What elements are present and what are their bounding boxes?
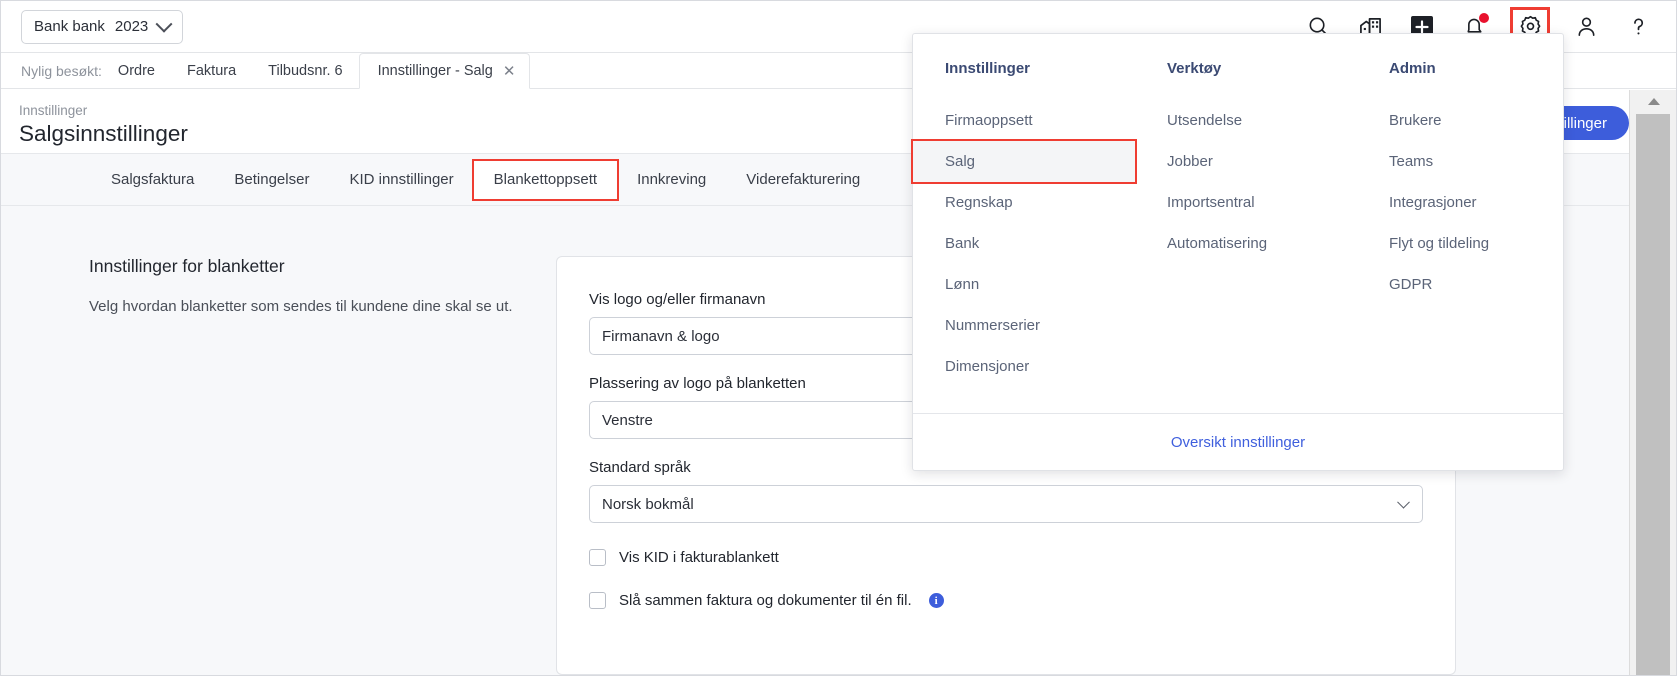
- fiscal-year: 2023: [115, 18, 148, 35]
- close-icon[interactable]: ✕: [503, 64, 516, 79]
- menu-column-heading: Admin: [1389, 60, 1579, 77]
- menu-columns: Innstillinger Firmaoppsett Salg Regnskap…: [913, 34, 1563, 413]
- menu-item-dimensjoner[interactable]: Dimensjoner: [913, 346, 1135, 387]
- menu-item-lonn[interactable]: Lønn: [913, 264, 1135, 305]
- menu-column-verktoy: Verktøy Utsendelse Jobber Importsentral …: [1135, 60, 1357, 387]
- default-language-select[interactable]: Norsk bokmål: [589, 485, 1423, 523]
- settings-dropdown-menu: Innstillinger Firmaoppsett Salg Regnskap…: [912, 33, 1564, 471]
- menu-item-bank[interactable]: Bank: [913, 223, 1135, 264]
- checkbox-label: Vis KID i fakturablankett: [619, 549, 779, 566]
- recent-tab-innstillinger-salg[interactable]: Innstillinger - Salg ✕: [359, 53, 531, 89]
- tab-kid-innstillinger[interactable]: KID innstillinger: [329, 161, 473, 199]
- menu-item-automatisering[interactable]: Automatisering: [1135, 223, 1357, 264]
- menu-item-regnskap[interactable]: Regnskap: [913, 182, 1135, 223]
- menu-item-flyt-og-tildeling[interactable]: Flyt og tildeling: [1357, 223, 1579, 264]
- checkbox-row-vis-kid: Vis KID i fakturablankett: [589, 549, 1423, 566]
- menu-item-nummerserier[interactable]: Nummerserier: [913, 305, 1135, 346]
- user-icon[interactable]: [1572, 13, 1600, 41]
- menu-item-teams[interactable]: Teams: [1357, 141, 1579, 182]
- checkbox-row-sla-sammen: Slå sammen faktura og dokumenter til én …: [589, 592, 1423, 609]
- menu-footer: Oversikt innstillinger: [913, 413, 1563, 470]
- company-year-selector[interactable]: Bank bank 2023: [21, 10, 183, 44]
- section-description-column: Innstillinger for blanketter Velg hvorda…: [1, 256, 556, 675]
- info-icon[interactable]: i: [929, 593, 944, 608]
- recent-tab-ordre[interactable]: Ordre: [102, 63, 171, 79]
- checkbox-vis-kid[interactable]: [589, 549, 606, 566]
- application-window: Bank bank 2023: [0, 0, 1677, 676]
- menu-item-jobber[interactable]: Jobber: [1135, 141, 1357, 182]
- menu-column-heading: Innstillinger: [945, 60, 1135, 77]
- chevron-down-icon: [156, 15, 173, 32]
- company-name: Bank bank: [34, 18, 105, 35]
- menu-item-utsendelse[interactable]: Utsendelse: [1135, 100, 1357, 141]
- scrollbar-thumb[interactable]: [1636, 114, 1670, 676]
- checkbox-label: Slå sammen faktura og dokumenter til én …: [619, 592, 912, 609]
- menu-item-importsentral[interactable]: Importsentral: [1135, 182, 1357, 223]
- help-icon[interactable]: [1624, 13, 1652, 41]
- menu-column-innstillinger: Innstillinger Firmaoppsett Salg Regnskap…: [913, 60, 1135, 387]
- recent-tab-label: Innstillinger - Salg: [378, 63, 493, 79]
- recent-tab-tilbudsnr[interactable]: Tilbudsnr. 6: [252, 63, 358, 79]
- scroll-up-button[interactable]: [1630, 90, 1677, 112]
- select-value: Norsk bokmål: [602, 496, 694, 513]
- chevron-down-icon: [1397, 496, 1410, 509]
- tab-salgsfaktura[interactable]: Salgsfaktura: [91, 161, 214, 199]
- triangle-up-icon: [1648, 98, 1660, 105]
- tab-innkreving[interactable]: Innkreving: [617, 161, 726, 199]
- menu-item-salg[interactable]: Salg: [913, 141, 1135, 182]
- menu-item-firmaoppsett[interactable]: Firmaoppsett: [913, 100, 1135, 141]
- menu-column-admin: Admin Brukere Teams Integrasjoner Flyt o…: [1357, 60, 1579, 387]
- tab-betingelser[interactable]: Betingelser: [214, 161, 329, 199]
- tab-viderefakturering[interactable]: Viderefakturering: [726, 161, 880, 199]
- section-heading: Innstillinger for blanketter: [89, 256, 516, 277]
- menu-column-heading: Verktøy: [1167, 60, 1357, 77]
- notification-badge: [1479, 13, 1489, 23]
- menu-item-integrasjoner[interactable]: Integrasjoner: [1357, 182, 1579, 223]
- vertical-scrollbar[interactable]: [1629, 90, 1676, 675]
- menu-item-brukere[interactable]: Brukere: [1357, 100, 1579, 141]
- menu-footer-link-oversikt-innstillinger[interactable]: Oversikt innstillinger: [1171, 434, 1305, 451]
- section-description: Velg hvordan blanketter som sendes til k…: [89, 295, 516, 319]
- select-value: Venstre: [602, 412, 653, 429]
- recent-tab-faktura[interactable]: Faktura: [171, 63, 252, 79]
- menu-item-gdpr[interactable]: GDPR: [1357, 264, 1579, 305]
- checkbox-sla-sammen-faktura[interactable]: [589, 592, 606, 609]
- tab-blankettoppsett[interactable]: Blankettoppsett: [474, 161, 617, 199]
- recent-visited-label: Nylig besøkt:: [21, 63, 102, 79]
- select-value: Firmanavn & logo: [602, 328, 720, 345]
